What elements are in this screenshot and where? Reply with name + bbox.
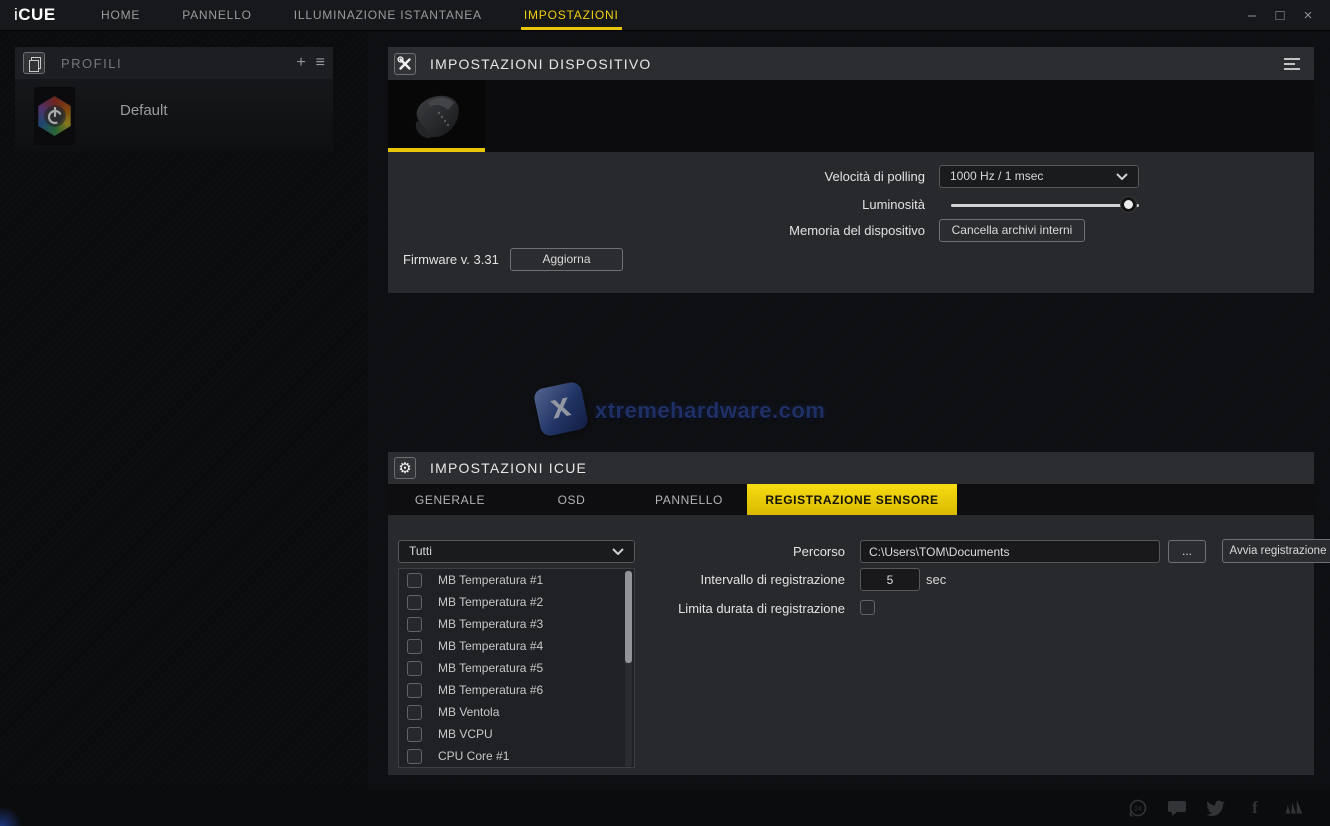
sensor-label: MB Temperatura #5 bbox=[438, 661, 543, 675]
maximize-button[interactable]: □ bbox=[1270, 0, 1290, 31]
nav-item-pannello[interactable]: PANNELLO bbox=[161, 0, 273, 30]
mouse-device-image bbox=[406, 88, 468, 146]
chat-icon[interactable] bbox=[1167, 798, 1187, 818]
limit-duration-checkbox[interactable] bbox=[860, 600, 875, 615]
profiles-actions: + ≡ bbox=[296, 54, 325, 72]
twitter-icon[interactable] bbox=[1206, 798, 1226, 818]
window-controls: – □ × bbox=[1242, 0, 1318, 31]
path-input[interactable] bbox=[860, 540, 1160, 563]
interval-input[interactable] bbox=[860, 568, 920, 591]
device-tab-strip bbox=[388, 80, 1314, 152]
sensor-row: MB VCPU bbox=[399, 723, 634, 745]
svg-text:24: 24 bbox=[1134, 806, 1142, 813]
watermark: x xtremehardware.com bbox=[535, 383, 815, 443]
icue-hex-logo-icon bbox=[37, 96, 73, 136]
sensor-checkbox[interactable] bbox=[407, 683, 422, 698]
support-24h-icon[interactable]: 24 bbox=[1128, 798, 1148, 818]
app-logo: iCUE bbox=[0, 0, 80, 30]
profiles-menu-button[interactable]: ≡ bbox=[316, 54, 325, 72]
wrench-screwdriver-icon bbox=[397, 56, 413, 72]
tab-pannello[interactable]: PANNELLO bbox=[631, 484, 747, 515]
device-tab-mouse[interactable] bbox=[388, 80, 485, 152]
device-settings-panel: IMPOSTAZIONI DISPOSITIVO bbox=[388, 47, 1314, 293]
tab-registrazione-sensore[interactable]: REGISTRAZIONE SENSORE bbox=[747, 484, 957, 515]
profiles-icon-box bbox=[23, 52, 45, 74]
polling-rate-value: 1000 Hz / 1 msec bbox=[950, 166, 1116, 187]
sensor-checkbox[interactable] bbox=[407, 661, 422, 676]
start-recording-button[interactable]: Avvia registrazione bbox=[1222, 539, 1330, 563]
profile-name: Default bbox=[120, 102, 168, 152]
icue-tab-strip: GENERALEOSDPANNELLOREGISTRAZIONE SENSORE bbox=[388, 484, 1314, 515]
icue-settings-header: ⚙ IMPOSTAZIONI ICUE bbox=[388, 452, 1314, 484]
brightness-label: Luminosità bbox=[388, 193, 925, 217]
gear-icon-box: ⚙ bbox=[394, 457, 416, 479]
minimize-button[interactable]: – bbox=[1242, 0, 1262, 31]
sensor-label: MB Temperatura #6 bbox=[438, 683, 543, 697]
profiles-icon bbox=[29, 57, 40, 70]
brightness-slider[interactable] bbox=[951, 204, 1139, 207]
footer-social-icons: 24 f bbox=[1128, 790, 1304, 826]
sensor-row: CPU Core #1 bbox=[399, 745, 634, 767]
sensor-row: MB Temperatura #6 bbox=[399, 679, 634, 701]
footer-bar: 24 f bbox=[0, 790, 1330, 826]
icue-settings-title: IMPOSTAZIONI ICUE bbox=[430, 460, 1308, 476]
tab-osd[interactable]: OSD bbox=[512, 484, 631, 515]
profile-item-default[interactable]: Default bbox=[15, 79, 333, 152]
power-icon bbox=[45, 106, 65, 126]
panel-menu-icon[interactable] bbox=[1284, 55, 1300, 73]
top-nav-items: HOMEPANNELLOILLUMINAZIONE ISTANTANEAIMPO… bbox=[80, 0, 640, 30]
watermark-logo: x bbox=[533, 381, 590, 438]
nav-item-illuminazione-istantanea[interactable]: ILLUMINAZIONE ISTANTANEA bbox=[273, 0, 503, 30]
sensor-checkbox[interactable] bbox=[407, 749, 422, 764]
sensor-label: MB Ventola bbox=[438, 705, 499, 719]
profiles-header: PROFILI + ≡ bbox=[15, 47, 333, 79]
close-button[interactable]: × bbox=[1298, 0, 1318, 31]
icue-settings-body: Tutti MB Temperatura #1MB Temperatura #2… bbox=[388, 515, 1314, 775]
corsair-logo-icon[interactable] bbox=[1284, 798, 1304, 818]
sensor-checkbox[interactable] bbox=[407, 639, 422, 654]
polling-rate-dropdown[interactable]: 1000 Hz / 1 msec bbox=[939, 165, 1139, 188]
sensor-row: MB Temperatura #4 bbox=[399, 635, 634, 657]
sensor-row: MB Ventola bbox=[399, 701, 634, 723]
nav-item-home[interactable]: HOME bbox=[80, 0, 161, 30]
firmware-version-label: Firmware v. 3.31 bbox=[388, 248, 925, 272]
polling-rate-label: Velocità di polling bbox=[388, 165, 925, 189]
tools-icon-box bbox=[394, 53, 416, 75]
profile-avatar bbox=[34, 87, 75, 145]
sensor-row: MB Temperatura #5 bbox=[399, 657, 634, 679]
nav-item-impostazioni[interactable]: IMPOSTAZIONI bbox=[503, 0, 640, 30]
gear-icon: ⚙ bbox=[398, 461, 411, 476]
path-label: Percorso bbox=[388, 540, 845, 563]
facebook-icon[interactable]: f bbox=[1245, 798, 1265, 818]
sensor-label: CPU Core #1 bbox=[438, 749, 509, 763]
profiles-title: PROFILI bbox=[61, 56, 296, 71]
interval-unit-label: sec bbox=[926, 568, 946, 591]
clear-onboard-storage-button[interactable]: Cancella archivi interni bbox=[939, 219, 1085, 242]
recording-interval-label: Intervallo di registrazione bbox=[388, 568, 845, 591]
icue-settings-panel: ⚙ IMPOSTAZIONI ICUE GENERALEOSDPANNELLOR… bbox=[388, 452, 1314, 775]
device-settings-title: IMPOSTAZIONI DISPOSITIVO bbox=[430, 56, 1284, 72]
device-settings-header: IMPOSTAZIONI DISPOSITIVO bbox=[388, 47, 1314, 80]
chevron-down-icon bbox=[1116, 173, 1128, 180]
icue-app-window: iCUE HOMEPANNELLOILLUMINAZIONE ISTANTANE… bbox=[0, 0, 1330, 826]
sensor-checkbox[interactable] bbox=[407, 705, 422, 720]
sensor-label: MB VCPU bbox=[438, 727, 493, 741]
browse-button[interactable]: ... bbox=[1168, 540, 1206, 563]
limit-duration-label: Limita durata di registrazione bbox=[388, 597, 845, 620]
sensor-checkbox[interactable] bbox=[407, 727, 422, 742]
device-memory-label: Memoria del dispositivo bbox=[388, 219, 925, 243]
firmware-update-button[interactable]: Aggiorna bbox=[510, 248, 623, 271]
brightness-slider-handle[interactable] bbox=[1121, 197, 1136, 212]
watermark-text: xtremehardware.com bbox=[595, 398, 825, 424]
device-settings-body: Velocità di polling 1000 Hz / 1 msec Lum… bbox=[388, 152, 1314, 293]
top-bar: iCUE HOMEPANNELLOILLUMINAZIONE ISTANTANE… bbox=[0, 0, 1330, 31]
add-profile-button[interactable]: + bbox=[296, 54, 305, 72]
profiles-panel: PROFILI + ≡ Default bbox=[15, 47, 333, 152]
sensor-label: MB Temperatura #4 bbox=[438, 639, 543, 653]
tab-generale[interactable]: GENERALE bbox=[388, 484, 512, 515]
